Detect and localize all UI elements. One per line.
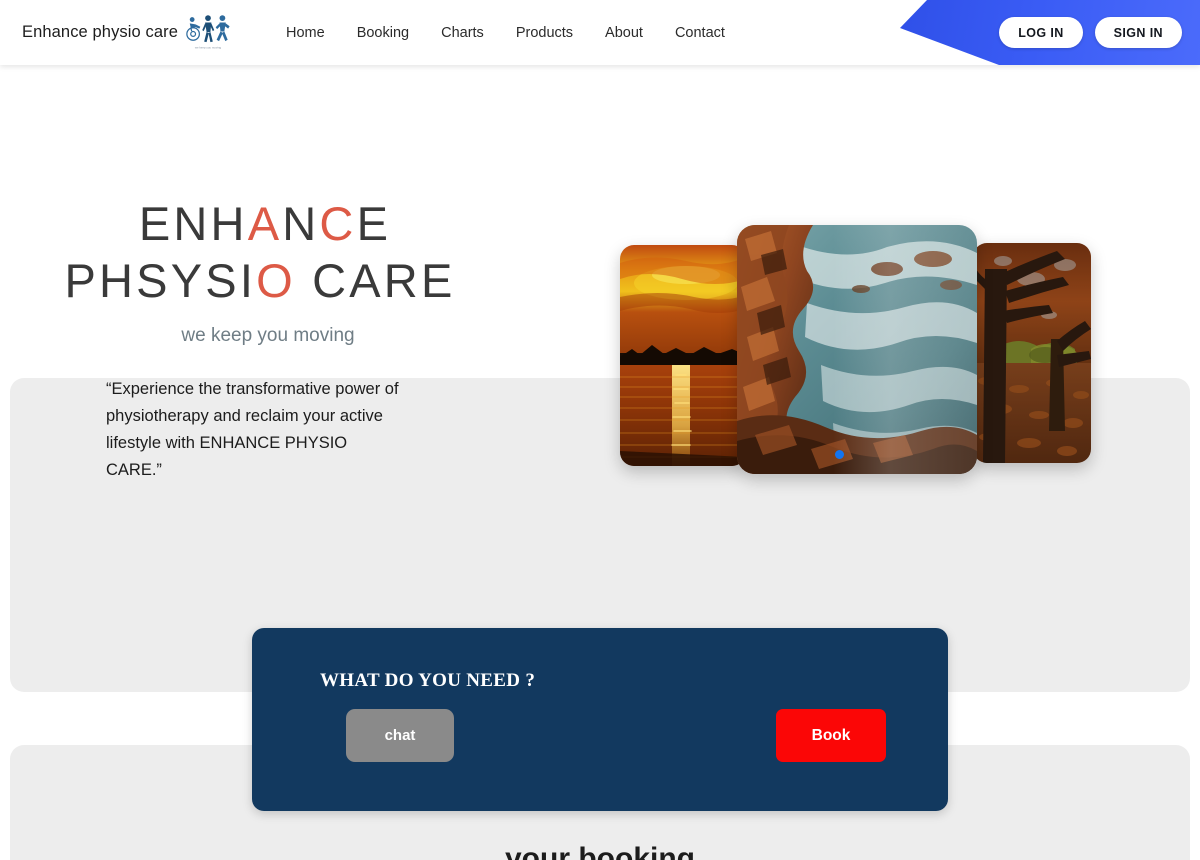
hero-title-accent-a: A [247,197,283,250]
carousel-indicator-dot[interactable] [835,450,844,459]
brand-name: Enhance physio care [22,23,178,41]
carousel-slide-rocky-coastline[interactable] [737,225,977,474]
log-in-button[interactable]: LOG IN [999,17,1083,48]
carousel-slide-autumn-trees[interactable] [973,243,1091,463]
image-carousel[interactable] [615,225,1105,475]
nav-item-booking[interactable]: Booking [341,19,425,47]
carousel-slide-sunset-over-water[interactable] [620,245,746,466]
hero-title-seg-3: E [356,197,392,250]
physio-figures-logo-icon: we keep you moving [184,11,232,55]
nav-item-charts[interactable]: Charts [425,19,500,47]
hero-tagline: we keep you moving [181,325,355,346]
hero-title-seg-2: N [282,197,320,250]
site-header: Enhance physio care we keep you moving H… [0,0,1200,65]
nav-item-products[interactable]: Products [500,19,589,47]
logo-tagline-text: we keep you moving [195,45,222,49]
what-do-you-need-card: WHAT DO YOU NEED ? chat Book [252,628,948,811]
nav-item-home[interactable]: Home [270,19,341,47]
hero-title-seg-4: PHSYSI [64,254,257,307]
nav-item-about[interactable]: About [589,19,659,47]
hero-title-accent-o: O [256,254,296,307]
main-navigation: Home Booking Charts Products About Conta… [270,19,741,47]
hero-title-accent-c: C [319,197,357,250]
sign-in-button[interactable]: SIGN IN [1094,17,1182,48]
hero-title-line-2: PHSYSIO CARE [0,252,520,309]
hero-title-seg-1: ENH [138,197,248,250]
chat-button[interactable]: chat [346,709,454,762]
page-root: Enhance physio care we keep you moving H… [0,0,1200,860]
nav-item-contact[interactable]: Contact [659,19,741,47]
auth-button-group: LOG IN SIGN IN [999,0,1182,65]
hero-title-seg-5: CARE [295,254,456,307]
hero-title-line-1: ENHANCE [0,195,520,252]
bottom-section-heading: your booking [505,842,695,860]
hero-text-block: ENHANCE PHSYSIO CARE we keep you moving [0,195,520,347]
hero-quote: “Experience the transformative power of … [106,380,399,479]
need-card-title: WHAT DO YOU NEED ? [320,670,536,691]
brand-logo-group[interactable]: Enhance physio care we keep you moving [22,11,232,55]
book-button[interactable]: Book [776,709,886,762]
